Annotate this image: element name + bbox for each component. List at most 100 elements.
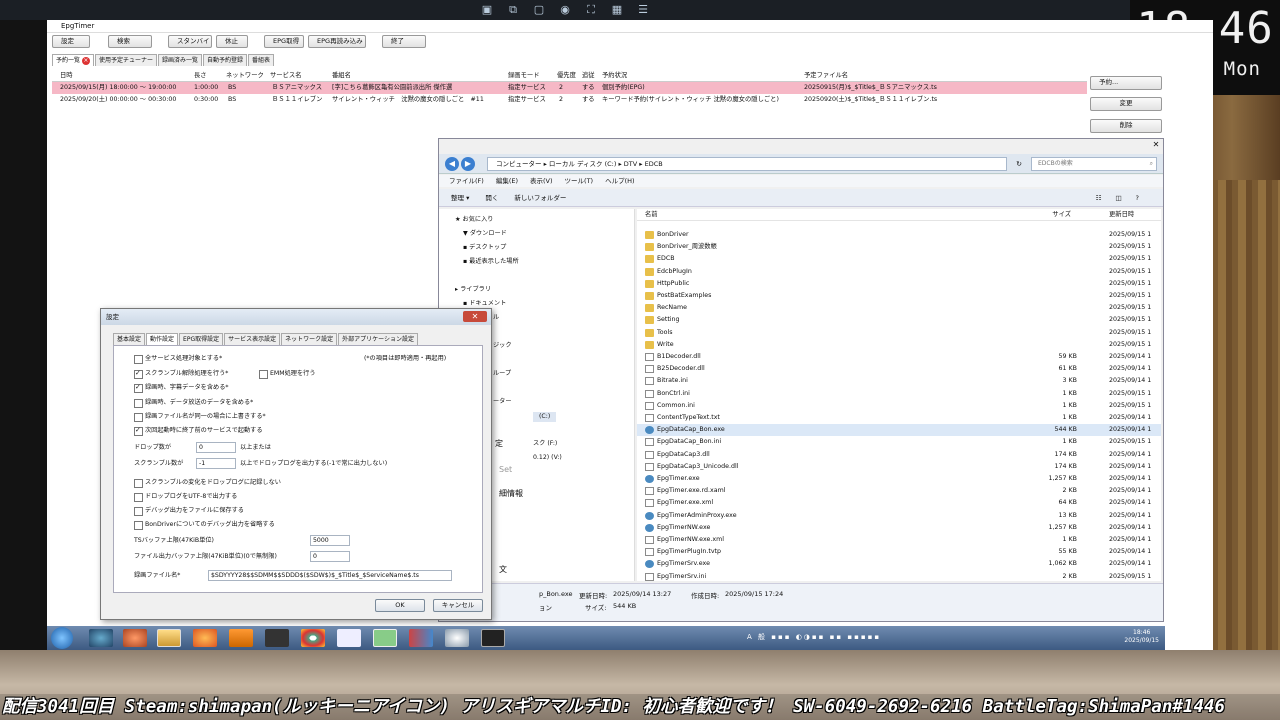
- standby-button[interactable]: スタンバイ: [168, 35, 212, 48]
- epg-fetch-button[interactable]: EPG取得: [264, 35, 304, 48]
- file-row[interactable]: Common.ini 1 KB 2025/09/15 1: [637, 400, 1161, 412]
- data-broadcast-checkbox[interactable]: 録画時、データ放送のデータを含める*: [134, 398, 253, 408]
- nav-libraries[interactable]: ▸ ライブラリ: [455, 285, 491, 295]
- file-row[interactable]: EpgTimerPlugIn.tvtp 55 KB 2025/09/14 1: [637, 546, 1161, 558]
- bondriver-debug-checkbox[interactable]: BonDriverについてのデバッグ出力を省略する: [134, 520, 275, 530]
- utf8-log-checkbox[interactable]: ドロップログをUTF-8で出力する: [134, 492, 237, 502]
- file-row[interactable]: EpgTimer.exe 1,257 KB 2025/09/14 1: [637, 473, 1161, 485]
- nav-desktop[interactable]: ▪ デスクトップ: [463, 243, 506, 253]
- tab-external-app[interactable]: 外部アプリケーション設定: [338, 333, 419, 345]
- exit-button[interactable]: 終了: [382, 35, 426, 48]
- tab-reservations[interactable]: 予約一覧 ×: [52, 54, 94, 66]
- menu-edit[interactable]: 編集(E): [496, 175, 518, 187]
- vlc-icon[interactable]: [229, 629, 253, 647]
- col-size[interactable]: サイズ: [1027, 209, 1071, 221]
- file-row[interactable]: EpgDataCap_Bon.exe 544 KB 2025/09/14 1: [637, 424, 1161, 437]
- file-row[interactable]: BonDriver_周波数帳 2025/09/15 1: [637, 241, 1161, 253]
- descramble-checkbox[interactable]: スクランブル解除処理を行う*: [134, 368, 228, 379]
- menu-tools[interactable]: ツール(T): [565, 175, 594, 187]
- tab-program-guide[interactable]: 番組表: [247, 54, 274, 66]
- file-row[interactable]: EpgDataCap3.dll 174 KB 2025/09/14 1: [637, 449, 1161, 461]
- close-icon[interactable]: ✕: [1151, 140, 1161, 150]
- file-buffer-input[interactable]: 0: [310, 551, 350, 562]
- breadcrumb-edcb[interactable]: EDCB: [645, 160, 663, 168]
- file-row[interactable]: EpgTimer.exe.rd.xaml 2 KB 2025/09/14 1: [637, 485, 1161, 497]
- ts-buffer-input[interactable]: 5000: [310, 535, 350, 546]
- col-follow[interactable]: 追従: [582, 70, 595, 82]
- table-row[interactable]: 2025/09/15(月) 18:00:00 ～ 19:00:00 1:00:0…: [52, 82, 1087, 94]
- scramble-change-checkbox[interactable]: スクランブルの変化をドロップログに記録しない: [134, 478, 281, 488]
- sliders-icon[interactable]: ☰: [636, 3, 650, 17]
- grid-icon[interactable]: ▦: [610, 3, 624, 17]
- emm-checkbox[interactable]: EMM処理を行う: [259, 369, 316, 379]
- col-datetime[interactable]: 日時: [60, 70, 73, 82]
- file-row[interactable]: Tools 2025/09/15 1: [637, 327, 1161, 339]
- file-row[interactable]: BonCtrl.ini 1 KB 2025/09/15 1: [637, 388, 1161, 400]
- file-row[interactable]: RecName 2025/09/15 1: [637, 302, 1161, 314]
- file-row[interactable]: EDCB 2025/09/15 1: [637, 253, 1161, 265]
- col-status[interactable]: 予約状況: [602, 70, 627, 82]
- new-folder-button[interactable]: 新しいフォルダー: [514, 189, 566, 206]
- organize-button[interactable]: 整理 ▾: [451, 189, 469, 206]
- caption-checkbox[interactable]: 録画時、字幕データを含める*: [134, 382, 229, 393]
- col-priority[interactable]: 優先度: [557, 70, 576, 82]
- reserve-button[interactable]: 予約...: [1090, 76, 1162, 90]
- col-length[interactable]: 長さ: [194, 70, 207, 82]
- tab-tuners[interactable]: 使用予定チューナー: [94, 54, 157, 66]
- refresh-icon[interactable]: ↻: [1013, 157, 1025, 171]
- delete-button[interactable]: 削除: [1090, 119, 1162, 133]
- app-icon[interactable]: [409, 629, 433, 647]
- hibernate-button[interactable]: 休止: [216, 35, 248, 48]
- file-row[interactable]: B1Decoder.dll 59 KB 2025/09/14 1: [637, 351, 1161, 363]
- table-row[interactable]: 2025/09/20(土) 00:00:00 ～ 00:30:00 0:30:0…: [52, 94, 1087, 106]
- fullscreen-icon[interactable]: ⛶: [584, 3, 598, 17]
- close-icon[interactable]: ×: [81, 57, 90, 65]
- col-name[interactable]: 名前: [645, 209, 658, 221]
- epg-reload-button[interactable]: EPG再読み込み: [308, 35, 366, 48]
- nav-partial[interactable]: (C:): [533, 412, 557, 422]
- tab-auto-reserve[interactable]: 自動予約登録: [202, 54, 247, 66]
- breadcrumb-dtv[interactable]: DTV: [624, 160, 637, 168]
- nav-favorites[interactable]: ★ お気に入り: [455, 215, 493, 225]
- cancel-button[interactable]: キャンセル: [433, 599, 483, 612]
- tab-recorded[interactable]: 録画済み一覧: [157, 54, 202, 66]
- breadcrumb-computer[interactable]: コンピューター: [496, 160, 542, 168]
- restore-service-checkbox[interactable]: 次回起動時に終了前のサービスで起動する: [134, 425, 263, 436]
- drop-count-input[interactable]: 0: [196, 442, 236, 453]
- search-input[interactable]: EDCBの検索 ⌕: [1031, 157, 1157, 171]
- file-row[interactable]: Bitrate.ini 3 KB 2025/09/14 1: [637, 375, 1161, 387]
- windows-icon[interactable]: ⧉: [506, 3, 520, 17]
- firefox-icon[interactable]: [193, 629, 217, 647]
- clock-app-icon[interactable]: [445, 629, 469, 647]
- col-mode[interactable]: 録画モード: [508, 70, 539, 82]
- file-row[interactable]: HttpPublic 2025/09/15 1: [637, 278, 1161, 290]
- debug-file-checkbox[interactable]: デバッグ出力をファイルに保存する: [134, 506, 244, 516]
- file-row[interactable]: EpgDataCap_Bon.ini 1 KB 2025/09/15 1: [637, 436, 1161, 448]
- file-row[interactable]: EpgDataCap3_Unicode.dll 174 KB 2025/09/14 …: [637, 461, 1161, 473]
- epgtimer-icon[interactable]: [373, 629, 397, 647]
- media-player-icon[interactable]: [123, 629, 147, 647]
- eye-icon[interactable]: ◉: [558, 3, 572, 17]
- file-row[interactable]: PostBatExamples 2025/09/15 1: [637, 290, 1161, 302]
- ok-button[interactable]: OK: [375, 599, 425, 612]
- menu-view[interactable]: 表示(V): [530, 175, 553, 187]
- col-date[interactable]: 更新日時: [1109, 209, 1134, 221]
- view-icons[interactable]: ☷◫?: [1096, 189, 1153, 206]
- all-services-checkbox[interactable]: 全サービス処理対象とする*: [134, 354, 222, 364]
- file-row[interactable]: Setting 2025/09/15 1: [637, 314, 1161, 326]
- folder-icon[interactable]: [157, 629, 181, 647]
- tab-behavior[interactable]: 動作設定: [146, 333, 179, 345]
- file-row[interactable]: EpgTimerNW.exe.xml 1 KB 2025/09/14 1: [637, 534, 1161, 546]
- col-service[interactable]: サービス名: [270, 70, 301, 82]
- breadcrumb[interactable]: コンピューター ▸ ローカル ディスク (C:) ▸ DTV ▸ EDCB: [487, 157, 1007, 171]
- tray-clock[interactable]: 18:46 2025/09/15: [1124, 629, 1159, 645]
- start-button[interactable]: [51, 627, 73, 649]
- change-button[interactable]: 変更: [1090, 97, 1162, 111]
- nav-downloads[interactable]: ▼ ダウンロード: [463, 229, 507, 239]
- file-row[interactable]: ContentTypeText.txt 1 KB 2025/09/14 1: [637, 412, 1161, 424]
- file-row[interactable]: EpgTimer.exe.xml 64 KB 2025/09/14 1: [637, 497, 1161, 509]
- overwrite-checkbox[interactable]: 録画ファイル名が同一の場合に上書きする*: [134, 412, 266, 422]
- file-row[interactable]: EpgTimerSrv.exe 1,062 KB 2025/09/14 1: [637, 558, 1161, 570]
- console-icon[interactable]: [481, 629, 505, 647]
- col-network[interactable]: ネットワーク: [226, 70, 264, 82]
